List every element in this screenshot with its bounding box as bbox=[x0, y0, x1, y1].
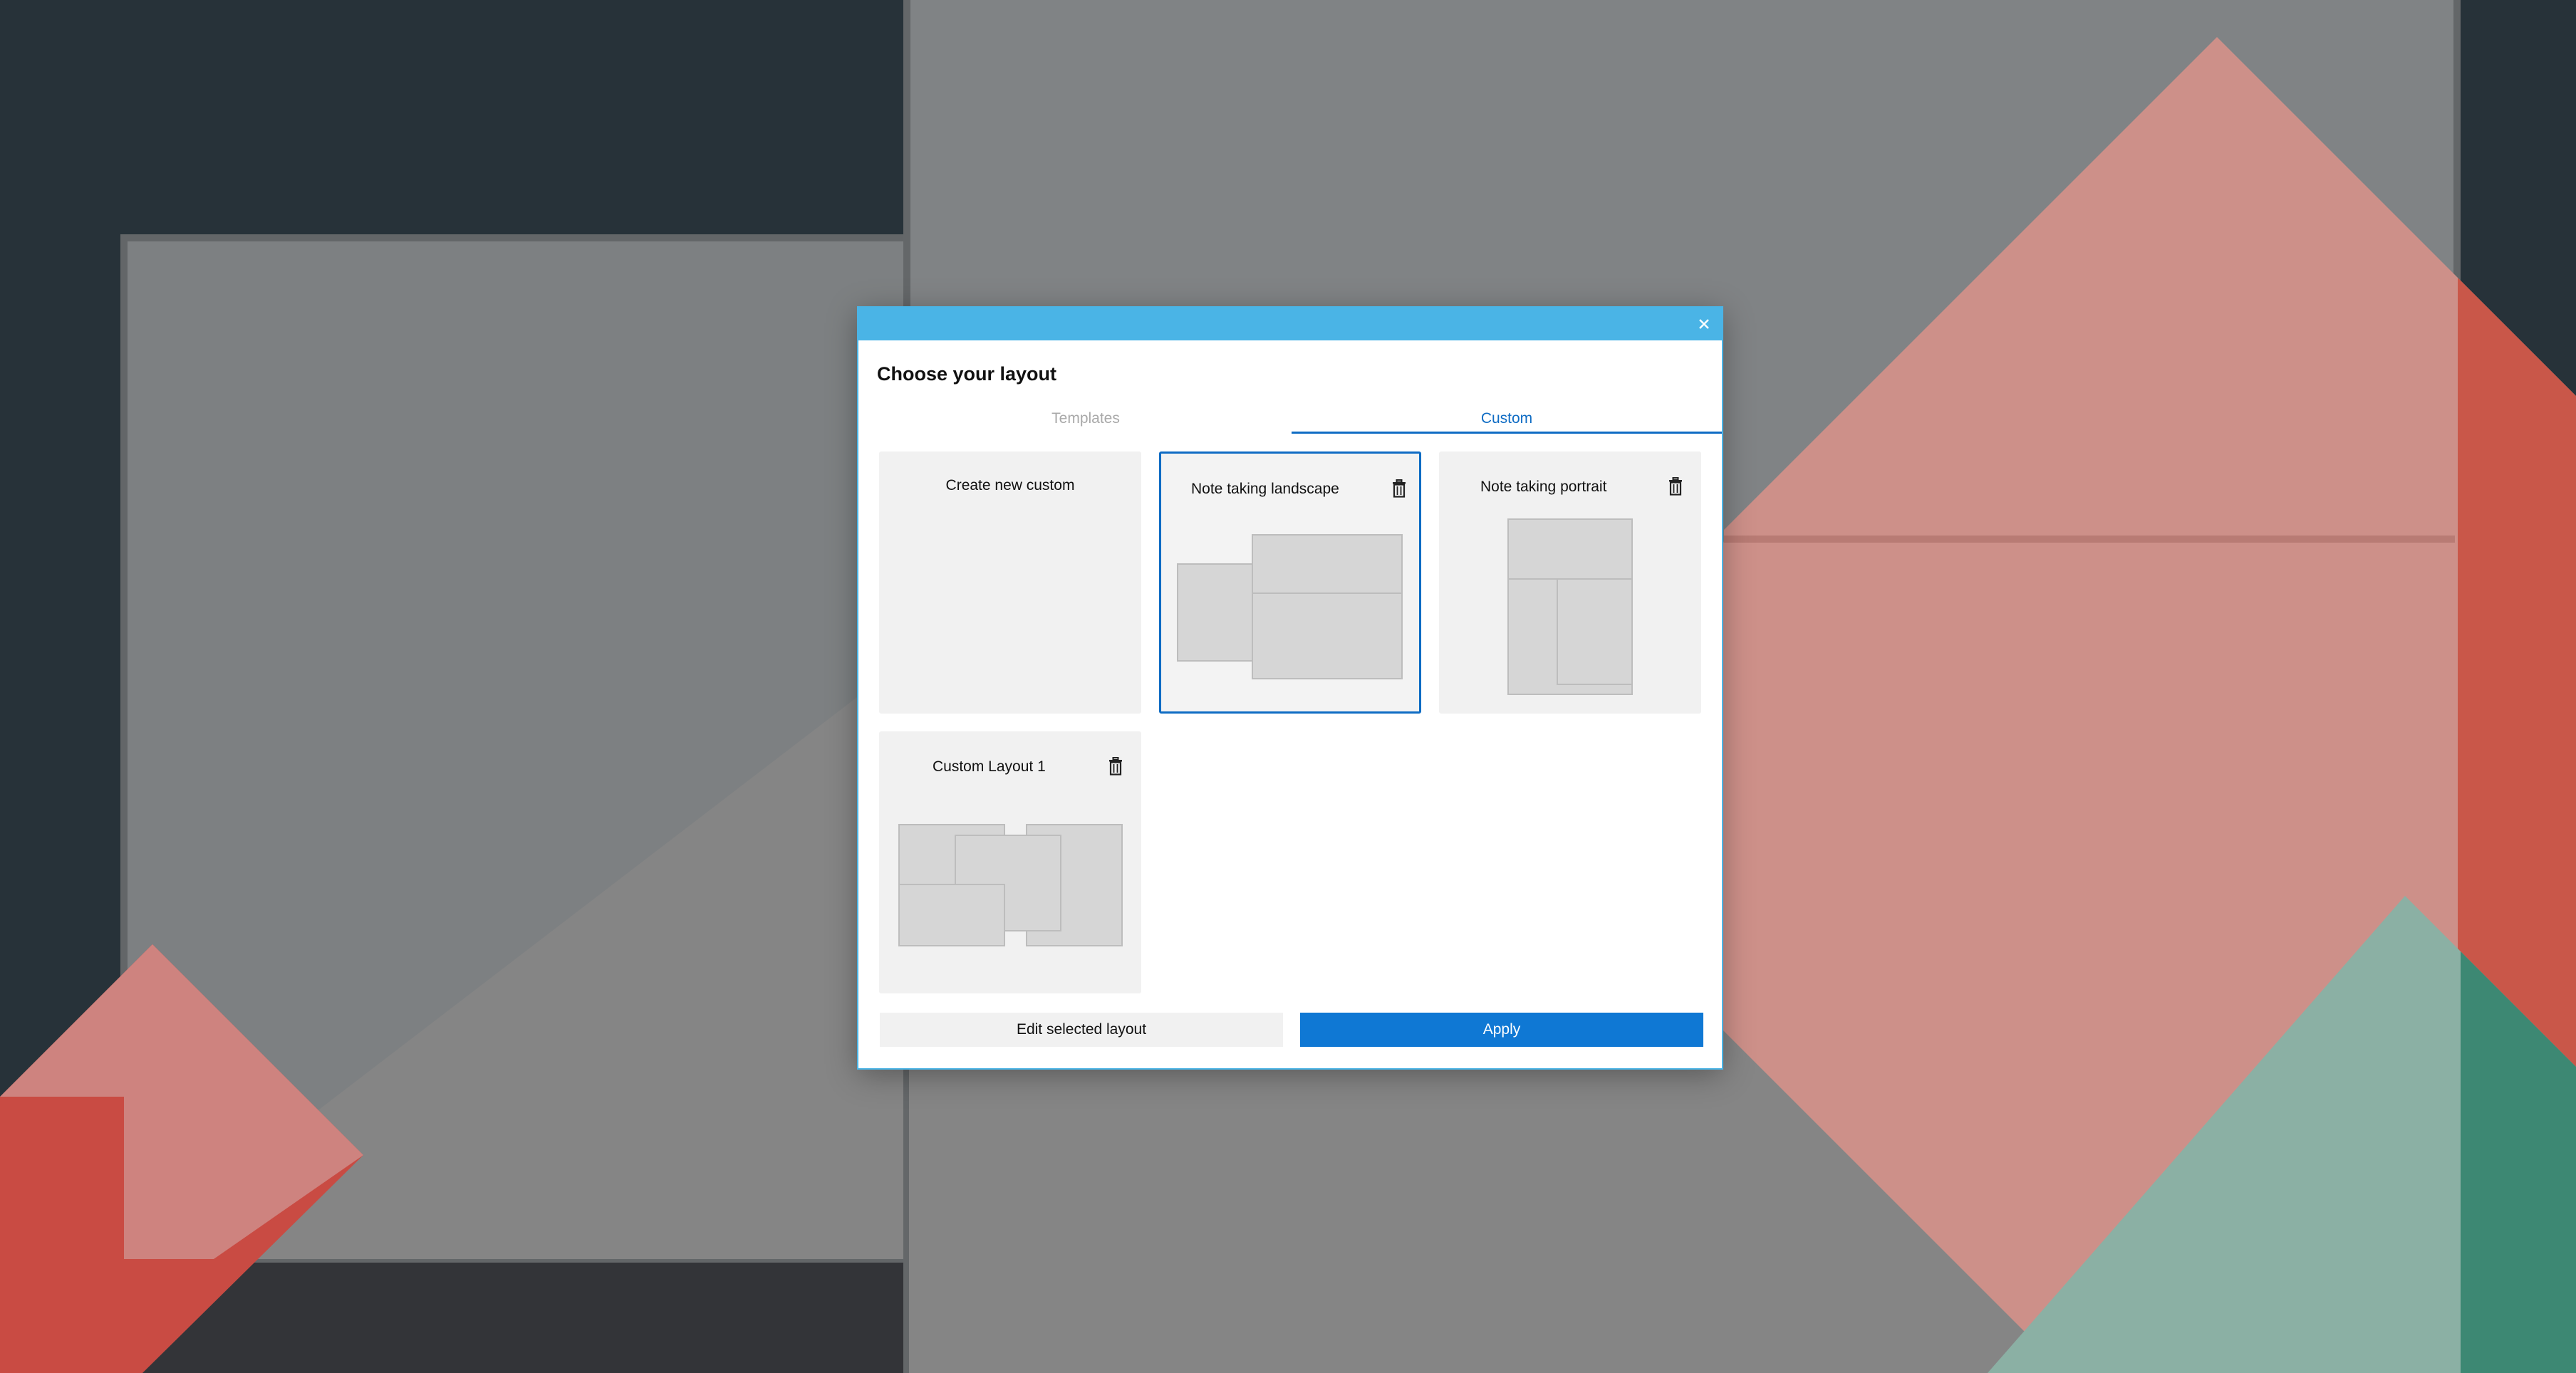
trash-icon bbox=[1109, 757, 1122, 776]
layout-zone bbox=[1557, 578, 1633, 685]
card-title: Note taking landscape bbox=[1191, 481, 1339, 497]
tab-templates[interactable]: Templates bbox=[880, 406, 1292, 432]
layout-dialog: Choose your layout Templates Custom Crea… bbox=[858, 308, 1722, 1068]
layout-card-note-taking-landscape[interactable]: Note taking landscape bbox=[1159, 451, 1421, 714]
edit-selected-layout-button[interactable]: Edit selected layout bbox=[880, 1013, 1283, 1047]
card-title: Create new custom bbox=[945, 477, 1075, 494]
layout-zone bbox=[1177, 563, 1254, 662]
create-new-custom-card[interactable]: Create new custom bbox=[879, 451, 1141, 714]
card-title: Note taking portrait bbox=[1480, 479, 1607, 495]
delete-layout-button[interactable] bbox=[1388, 478, 1410, 499]
card-title: Custom Layout 1 bbox=[933, 758, 1046, 775]
layout-card-custom-layout-1[interactable]: Custom Layout 1 bbox=[879, 731, 1141, 993]
close-icon bbox=[1699, 319, 1709, 329]
layout-card-note-taking-portrait[interactable]: Note taking portrait bbox=[1439, 451, 1701, 714]
tab-custom[interactable]: Custom bbox=[1292, 406, 1722, 434]
delete-layout-button[interactable] bbox=[1665, 476, 1686, 497]
delete-layout-button[interactable] bbox=[1105, 756, 1126, 777]
dialog-titlebar bbox=[858, 308, 1722, 340]
dialog-title: Choose your layout bbox=[877, 363, 1057, 385]
close-button[interactable] bbox=[1692, 312, 1716, 336]
trash-icon bbox=[1669, 477, 1682, 496]
trash-icon bbox=[1393, 479, 1406, 498]
apply-button[interactable]: Apply bbox=[1300, 1013, 1703, 1047]
layout-zone bbox=[1507, 518, 1633, 580]
layout-zone bbox=[1252, 592, 1403, 679]
layout-zone bbox=[1252, 534, 1403, 594]
layout-zone bbox=[898, 884, 1005, 946]
